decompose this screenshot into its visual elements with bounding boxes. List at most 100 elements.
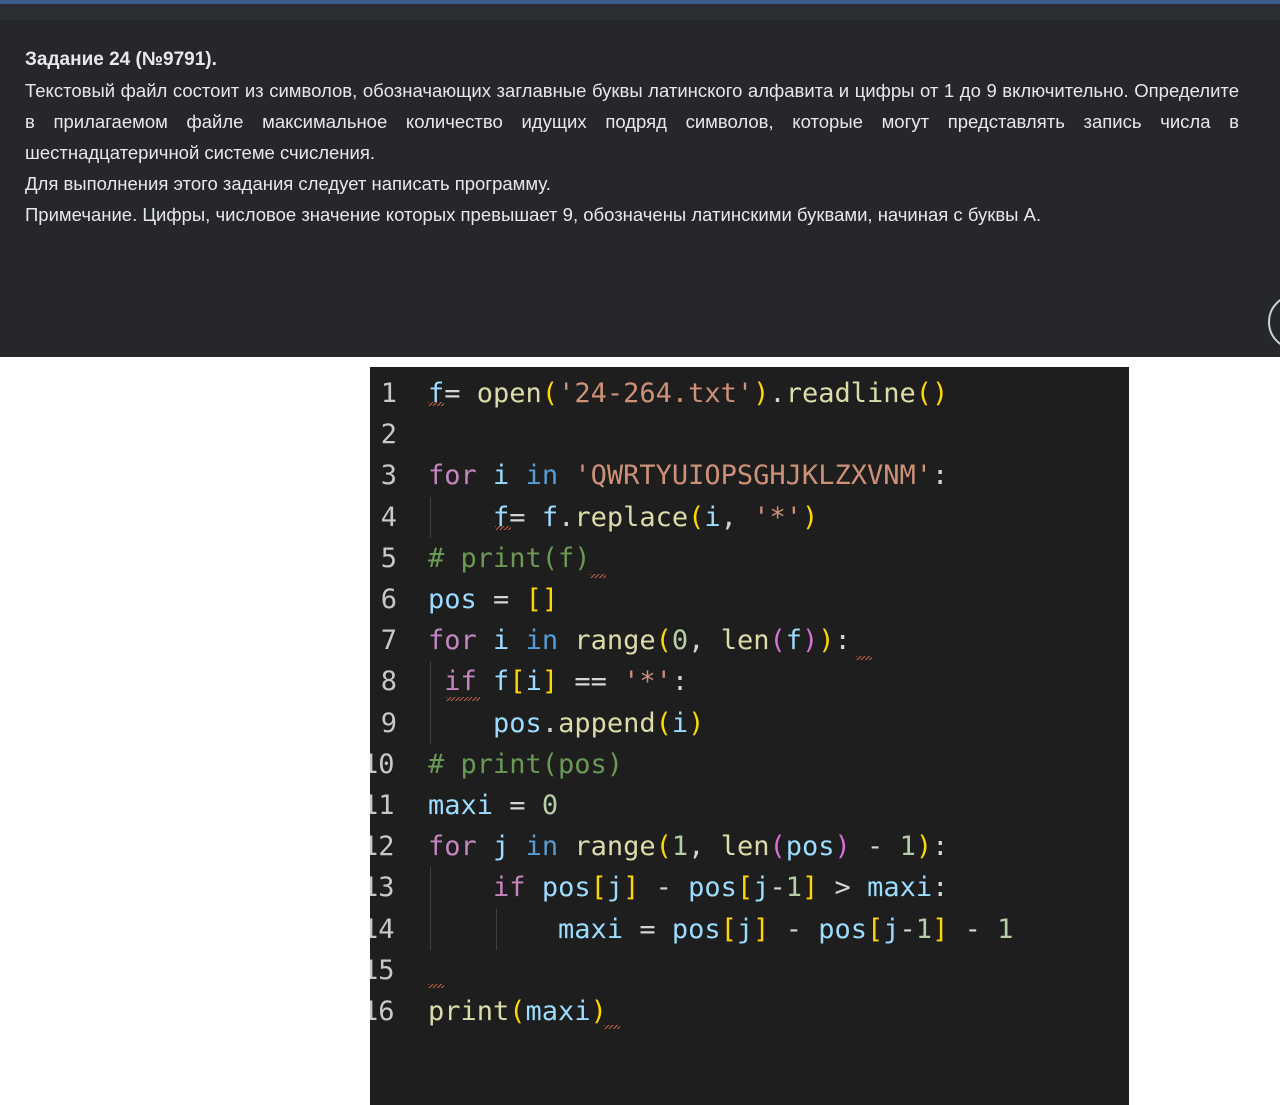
code-token: pos [671,913,721,945]
code-token: i [493,460,510,492]
scroll-circle-button[interactable] [1268,294,1280,350]
code-line[interactable]: 7 for i in range(0, len(f)): [370,620,1129,661]
code-token: = [493,790,542,821]
code-token: () [915,378,949,409]
code-token: for [428,831,477,863]
warning-squiggle [428,402,444,406]
indent-guide [430,496,431,538]
code-token: print [428,996,510,1027]
task-panel: Задание 24 (№9791). Текстовый файл состо… [0,0,1280,357]
code-token: if [444,666,477,698]
code-line[interactable]: 12 for j in range(1, len(pos) - 1): [370,826,1129,867]
warning-squiggle [495,526,511,530]
line-number: 7 [380,625,397,657]
code-token: ( [655,707,672,739]
line-number: 15 [370,954,395,986]
code-token: 0 [671,625,689,657]
line-number: 2 [380,419,397,451]
line-number: 14 [370,913,395,945]
code-token: ( [541,378,559,409]
indent-guide [496,908,497,950]
code-token: = [509,501,542,533]
code-token: - [769,913,819,945]
code-line[interactable]: 16 print(maxi) [370,991,1129,1032]
code-line[interactable]: 1 f= open('24-264.txt').readline() [370,373,1129,414]
code-token: pos [541,872,591,904]
code-line[interactable]: 3 for i in 'QWRTYUIOPSGHJKLZXVNM': [370,455,1129,496]
code-token: len [720,625,770,657]
warning-squiggle [446,697,480,701]
code-token: : [834,625,851,657]
warning-squiggle [604,1025,620,1029]
code-token: pos [688,872,737,904]
code-token: range [574,625,656,657]
code-token: if [493,872,526,904]
code-line[interactable]: 10 # print(pos) [370,744,1129,785]
code-token: '24-264.txt' [558,378,754,409]
code-token: f [493,666,510,698]
code-line[interactable]: 5 # print(f) [370,538,1129,579]
code-token: ) [753,378,770,409]
code-token: readline [785,378,916,409]
code-token: . [558,501,575,533]
code-token: - [850,831,900,863]
code-token: == [558,666,624,698]
code-text: maxi = 0 [428,785,558,826]
code-line[interactable]: 2 [370,414,1129,455]
line-number: 4 [380,501,397,533]
warning-squiggle [856,656,872,660]
code-token: ( [769,831,786,863]
code-token: ] [753,913,770,945]
indent-guide [430,908,431,950]
code-token: in [525,460,559,492]
code-token: j [493,831,510,863]
code-token: '*' [753,501,802,533]
code-token: ] [932,913,949,945]
line-number: 12 [370,831,395,863]
line-number: 10 [370,748,395,780]
code-line[interactable]: 4 f= f.replace(i, '*') [370,497,1129,538]
code-line[interactable]: 9 pos.append(i) [370,703,1129,744]
code-token: ( [769,625,786,657]
code-editor[interactable]: 1 f= open('24-264.txt').readline() 2 3 for i… [370,367,1129,1105]
task-instruction: Для выполнения этого задания следует нап… [25,173,551,194]
code-text: maxi = pos[j] - pos[j-1] - 1 [428,909,1013,950]
code-token: for [428,460,477,492]
code-token: i [493,625,510,657]
code-token: ] [541,666,559,698]
task-statement: Текстовый файл состоит из символов, обоз… [25,80,1239,163]
code-token: ( [655,831,672,863]
code-token: j [753,872,770,904]
code-token: ) [818,625,835,657]
code-token: len [720,831,770,863]
warning-squiggle [428,984,444,988]
warning-squiggle [590,574,606,578]
code-token: ) [915,831,933,863]
code-token: in [525,831,559,863]
code-token: '*' [623,666,672,698]
code-line[interactable]: 8 if f[i] == '*': [370,661,1129,702]
code-line[interactable]: 13 if pos[j] - pos[j-1] > maxi: [370,867,1129,908]
line-number: 13 [370,872,395,904]
code-token: replace [574,501,689,533]
code-token: open [476,378,542,409]
code-line[interactable]: 6 pos = [] [370,579,1129,620]
code-text: for i in range(0, len(f)): [428,620,851,661]
line-number: 11 [370,790,395,821]
code-line[interactable]: 15 [370,950,1129,991]
code-line[interactable]: 11 maxi = 0 [370,785,1129,826]
code-token: f [785,625,802,657]
line-number: 3 [380,460,397,492]
code-token: 1 [915,913,933,945]
code-token: [ [736,872,754,904]
code-token: append [558,707,656,739]
code-token: = [476,584,526,615]
code-text: for j in range(1, len(pos) - 1): [428,826,948,867]
code-line[interactable]: 14 maxi = pos[j] - pos[j-1] - 1 [370,909,1129,950]
